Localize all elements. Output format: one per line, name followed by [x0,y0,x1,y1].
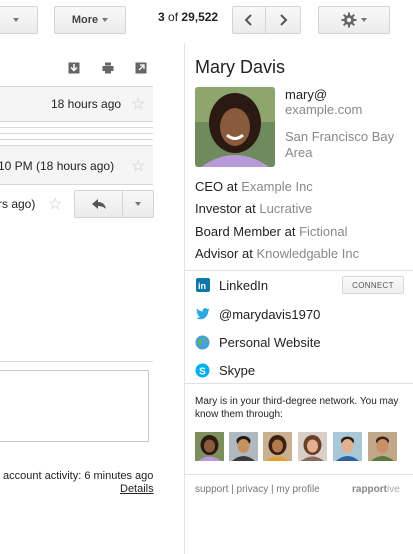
job-item: Investor at Lucrative [195,201,312,216]
chevron-down-icon [102,18,109,22]
reply-textarea[interactable] [0,370,149,442]
divider [0,133,153,134]
details-link[interactable]: Details [120,483,154,495]
chevron-down-icon [135,202,141,206]
newer-button[interactable] [232,6,266,34]
contact-location: San Francisco Bay Area [285,129,395,160]
linkedin-icon: in [195,278,210,293]
chevron-down-icon [361,18,367,22]
mutual-contact-avatar[interactable] [229,432,258,461]
pagination-total: 29,522 [181,10,219,24]
contact-email-domain[interactable]: example.com [285,102,362,117]
mutual-contact-avatar[interactable] [263,432,292,461]
skype-link[interactable]: S Skype [195,361,255,379]
reply-more-button[interactable] [123,191,153,217]
job-title: CEO [195,179,224,194]
job-at: at [226,179,238,194]
twitter-handle: @marydavis1970 [219,306,321,322]
new-window-icon[interactable] [135,62,147,74]
contact-photo [195,87,275,167]
message-time: rs ago) [0,197,36,211]
job-title: Board Member [195,224,281,239]
chevron-left-icon [244,14,252,26]
mutual-contact-avatar[interactable] [333,432,362,461]
job-org-link[interactable]: Knowledgable Inc [256,246,359,261]
divider [185,474,413,475]
contact-name: Mary Davis [195,57,286,77]
support-link[interactable]: support [195,484,228,495]
footer-links: support | privacy | my profile [195,484,320,495]
more-button-label: More [71,14,99,26]
rapportive-logo[interactable]: rapportive [352,484,400,495]
message-time: 10 PM (18 hours ago) [0,159,115,173]
svg-text:S: S [199,366,206,377]
mutual-contact-avatar[interactable] [368,432,397,461]
print-icon[interactable] [102,62,114,74]
globe-icon [195,335,210,350]
message-time: 18 hours ago [51,97,122,111]
download-icon[interactable] [68,62,80,74]
skype-label: Skype [219,362,256,378]
linkedin-connect-button[interactable]: CONNECT [342,276,404,294]
my-profile-link[interactable]: my profile [276,484,319,495]
divider [0,139,153,140]
settings-button[interactable] [318,6,390,34]
job-at: at [241,246,253,261]
skype-icon: S [195,363,210,378]
reply-button-group [74,190,154,218]
reply-button[interactable] [75,191,123,217]
divider [0,184,153,185]
pagination-current: 3 [158,10,165,24]
job-at: at [284,224,296,239]
more-button[interactable]: More [54,6,126,34]
website-link[interactable]: Personal Website [195,333,321,351]
network-description: Mary is in your third-degree network. Yo… [195,396,399,420]
linkedin-link[interactable]: in LinkedIn [195,276,268,294]
star-icon[interactable]: ☆ [131,94,145,114]
job-org-link[interactable]: Lucrative [259,201,312,216]
twitter-link[interactable]: @marydavis1970 [195,305,320,323]
reply-icon [91,199,106,209]
separator: | [271,484,274,495]
star-icon[interactable]: ☆ [131,156,145,176]
partial-toolbar-button[interactable] [0,6,38,34]
pagination-of: of [168,10,179,24]
pagination-status: 3 of 29,522 [158,10,218,24]
divider [0,121,153,122]
job-item: Advisor at Knowledgable Inc [195,246,359,261]
chevron-down-icon [13,18,19,22]
older-button[interactable] [265,6,301,34]
contact-email-user[interactable]: mary@ [285,87,327,102]
gear-icon [341,12,357,28]
last-activity-text: account activity: 6 minutes ago [3,470,154,482]
svg-text:in: in [198,281,206,291]
brand-bold: rapport [352,484,387,495]
website-label: Personal Website [219,334,321,350]
job-item: CEO at Example Inc [195,179,313,194]
twitter-icon [195,307,210,322]
linkedin-label: LinkedIn [219,277,269,293]
job-title: Investor [195,201,242,216]
divider [185,270,413,271]
brand-light: ive [387,484,400,495]
divider [0,361,153,362]
job-title: Advisor [195,246,239,261]
privacy-link[interactable]: privacy [237,484,269,495]
job-org-link[interactable]: Fictional [299,224,347,239]
job-at: at [244,201,256,216]
job-item: Board Member at Fictional [195,224,348,239]
job-org-link[interactable]: Example Inc [241,179,313,194]
star-icon[interactable]: ☆ [48,194,62,214]
divider [0,127,153,128]
separator: | [231,484,234,495]
mutual-contact-avatar[interactable] [298,432,327,461]
mutual-contact-avatar[interactable] [195,432,224,461]
divider [185,383,413,384]
chevron-right-icon [280,14,288,26]
rapportive-sidebar: Mary Davis mary@ example.com San Francis… [184,43,413,554]
